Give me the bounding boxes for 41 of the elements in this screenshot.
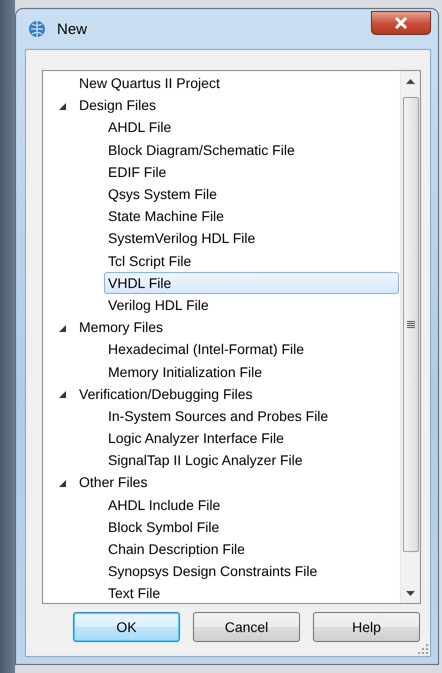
window-title: New [57,20,88,38]
tree-item[interactable]: SystemVerilog HDL File [104,227,399,250]
tree-item[interactable]: In-System Sources and Probes File [104,404,399,427]
dialog-button[interactable]: OK [73,612,180,642]
tree-item[interactable]: State Machine File [104,205,399,228]
close-icon[interactable] [394,17,408,29]
tree-item[interactable]: SignalTap II Logic Analyzer File [104,449,399,472]
tree-item[interactable]: Synopsys Design Constraints File [104,560,399,582]
grip-lines-icon[interactable] [406,321,414,328]
tree-item[interactable]: AHDL File [104,116,399,138]
tree-item[interactable]: Text File [104,582,399,604]
expanded-arrow-icon[interactable] [59,324,66,332]
tree-item[interactable]: AHDL Include File [104,494,399,516]
tree-item[interactable]: Block Symbol File [104,516,399,538]
tree-item[interactable]: Memory Files [75,316,168,338]
tree-item[interactable]: Logic Analyzer Interface File [104,427,399,450]
scroll-down-icon[interactable] [406,590,415,596]
tree-item[interactable]: Verilog HDL File [104,294,399,316]
scrollbar[interactable] [400,71,420,603]
tree-item[interactable]: Verification/Debugging Files [75,382,257,405]
tree-item[interactable]: EDIF File [104,160,399,183]
tree-item[interactable]: Qsys System File [104,183,399,206]
scroll-up-icon[interactable] [406,78,415,84]
close-button[interactable] [371,11,431,35]
tree-item[interactable]: New Quartus II Project [75,72,224,94]
expanded-arrow-icon[interactable] [59,102,66,110]
tree-item[interactable]: Hexadecimal (Intel-Format) File [104,338,399,360]
globe-icon [27,19,47,39]
tree-item[interactable]: Chain Description File [104,538,399,560]
tree-item[interactable]: Other Files [75,471,152,494]
resize-grip-icon[interactable] [418,644,428,654]
dialog-button[interactable]: Cancel [193,612,300,642]
tree-item[interactable]: Block Diagram/Schematic File [104,138,399,161]
tree-item[interactable]: Design Files [75,94,160,116]
tree-item[interactable]: Tcl Script File [104,250,399,272]
tree-item[interactable]: Memory Initialization File [104,360,399,383]
dialog-button[interactable]: Help [313,612,420,642]
expanded-arrow-icon[interactable] [59,480,66,487]
tree-item[interactable]: VHDL File [104,272,399,294]
scroll-thumb[interactable] [402,97,418,552]
expanded-arrow-icon[interactable] [59,391,66,398]
